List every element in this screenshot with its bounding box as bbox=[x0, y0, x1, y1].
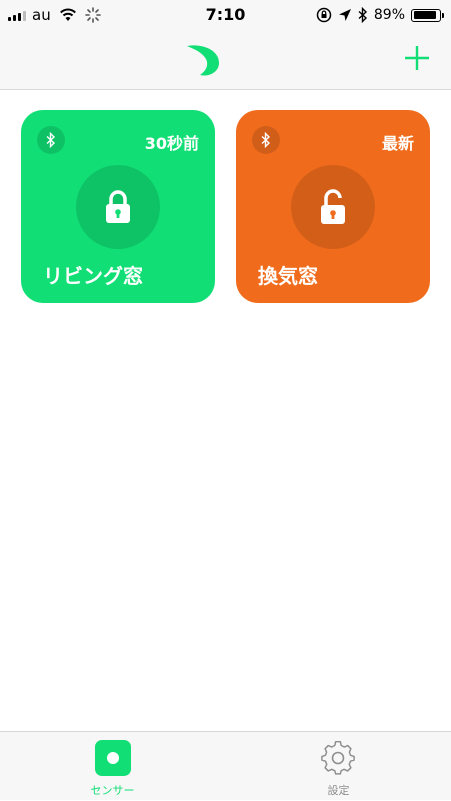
bluetooth-icon bbox=[358, 7, 367, 23]
gear-icon bbox=[321, 740, 355, 775]
battery-icon bbox=[411, 8, 444, 22]
lock-closed-icon bbox=[76, 165, 160, 249]
tab-sensors[interactable]: センサー bbox=[0, 732, 225, 801]
location-icon bbox=[338, 9, 351, 21]
battery-percent: 89% bbox=[373, 7, 405, 23]
sensor-icon bbox=[95, 740, 131, 776]
sensor-card-living-window[interactable]: 30秒前 リビング窓 bbox=[21, 110, 215, 303]
sensor-card-ventilation-window[interactable]: 最新 換気窓 bbox=[236, 110, 430, 303]
sensor-updated-time: 30秒前 bbox=[144, 134, 199, 153]
status-bar: au 7:10 89% bbox=[0, 0, 451, 30]
orientation-lock-icon bbox=[316, 7, 332, 23]
sensor-updated-time: 最新 bbox=[381, 134, 414, 153]
lock-open-icon bbox=[291, 165, 375, 249]
bluetooth-icon bbox=[37, 126, 65, 154]
sensor-name: 換気窓 bbox=[258, 264, 318, 288]
add-sensor-button[interactable] bbox=[403, 44, 431, 72]
tab-label: 設定 bbox=[327, 784, 350, 797]
sensor-name: リビング窓 bbox=[43, 264, 143, 288]
tab-settings[interactable]: 設定 bbox=[226, 732, 451, 801]
tab-label: センサー bbox=[90, 784, 135, 797]
tab-bar: センサー 設定 bbox=[0, 731, 451, 800]
nav-bar bbox=[0, 30, 451, 90]
leaf-logo-icon bbox=[187, 45, 220, 76]
bluetooth-icon bbox=[252, 126, 280, 154]
